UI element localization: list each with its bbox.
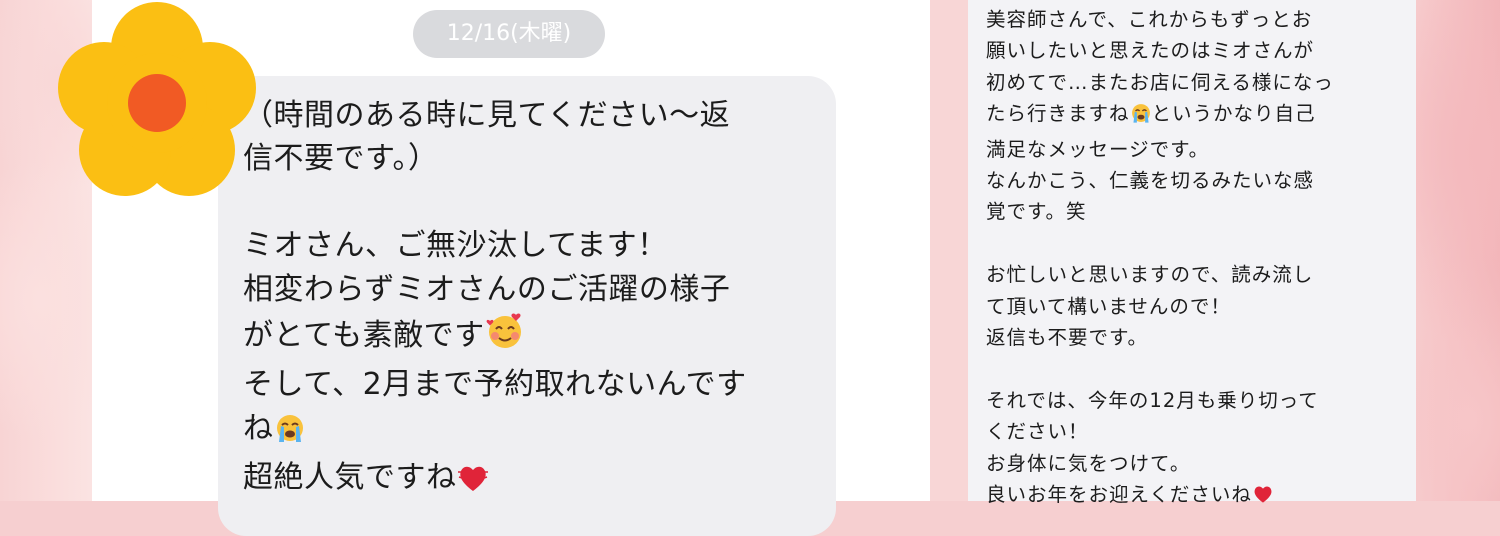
message-line: それでは、今年の12月も乗り切って <box>986 388 1319 412</box>
message-text-right: 美容師さんで、これからもずっとお 願いしたいと思えたのはミオさんが 初めてで…ま… <box>986 4 1406 514</box>
message-line: なんかこう、仁義を切るみたいな感 <box>986 169 1315 193</box>
message-line: 覚です。笑 <box>986 200 1087 224</box>
message-line: 超絶人気ですね <box>243 460 457 496</box>
message-line: ね <box>243 410 274 446</box>
message-line: たら行きますね <box>986 102 1130 126</box>
message-text-left: （時間のある時に見てください〜返 信不要です。） ミオさん、ご無沙汰してます！ … <box>243 94 823 506</box>
message-line: 相変わらずミオさんのご活躍の様子 <box>243 271 731 307</box>
message-line: て頂いて構いませんので！ <box>986 294 1231 318</box>
message-line: そして、2月まで予約取れないんです <box>243 367 747 403</box>
red-heart-icon <box>457 462 489 505</box>
message-line: 信不要です。） <box>243 141 439 177</box>
message-line: 満足なメッセージです。 <box>986 137 1210 161</box>
loudly-crying-face-icon <box>1130 102 1152 133</box>
message-line: 初めてで…またお店に伺える様になっ <box>986 70 1334 94</box>
message-line: 願いしたいと思えたのはミオさんが <box>986 39 1315 63</box>
red-heart-icon <box>1252 482 1274 513</box>
message-line: ミオさん、ご無沙汰してます！ <box>243 228 668 264</box>
message-line: 返信も不要です。 <box>986 326 1149 350</box>
message-line: がとても素敵です <box>243 318 485 354</box>
message-line: お身体に気をつけて。 <box>986 451 1191 475</box>
date-separator: 12/16(木曜) <box>413 10 605 58</box>
message-line: 美容師さんで、これからもずっとお <box>986 8 1313 31</box>
loudly-crying-face-icon <box>274 412 306 456</box>
flower-sticker-icon <box>58 2 256 196</box>
message-line: （時間のある時に見てください〜返 <box>243 98 731 133</box>
message-line: 良いお年をお迎えくださいね <box>986 483 1252 507</box>
smiling-face-with-hearts-icon <box>485 311 525 363</box>
message-line: ください！ <box>986 420 1089 444</box>
message-line: お忙しいと思いますので、読み流し <box>986 263 1314 287</box>
message-line: というかなり自己 <box>1151 102 1316 126</box>
